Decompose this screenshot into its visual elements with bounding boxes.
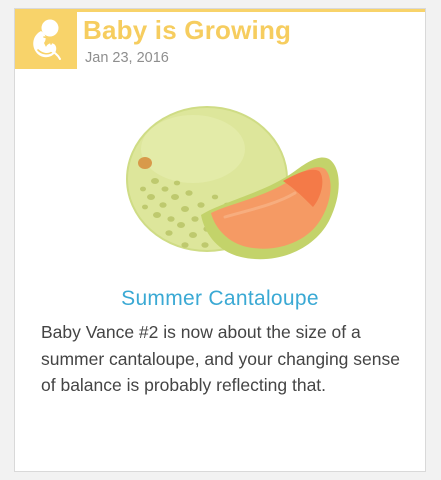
cantaloupe-icon [126,106,339,260]
card-date: Jan 23, 2016 [85,50,169,66]
item-name: Summer Cantaloupe [121,287,319,310]
page: Baby is Growing Jan 23, 2016 Summer Cant… [0,0,441,480]
badge [15,9,77,69]
card-title: Baby is Growing [83,15,292,45]
fetus-icon [33,19,61,60]
baby-growth-card[interactable]: Baby is Growing Jan 23, 2016 Summer Cant… [14,8,426,472]
card-description: Baby Vance #2 is now about the size of a… [41,322,400,395]
